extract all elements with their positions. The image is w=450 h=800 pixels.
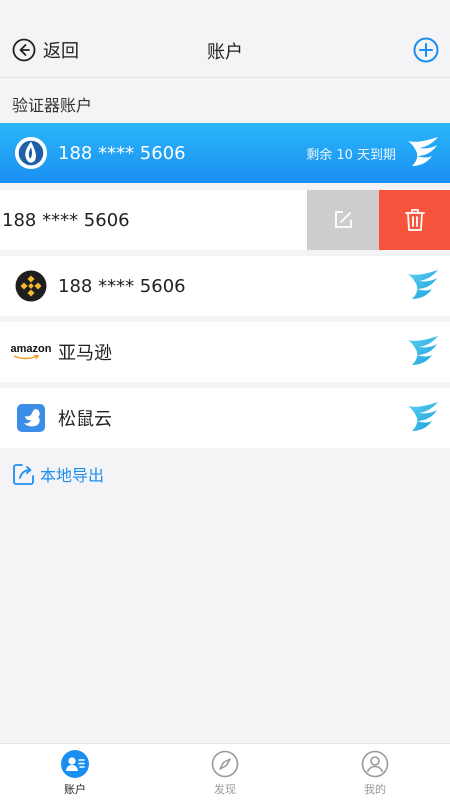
- brand-bird-icon: [408, 402, 438, 431]
- account-name: 188 **** 5606: [58, 275, 186, 297]
- status-bar: [0, 0, 450, 22]
- bottom-tab-bar: 账户 发现 我的: [0, 743, 450, 800]
- brand-bird-icon: [408, 336, 438, 365]
- account-name: 188 **** 5606: [2, 209, 130, 231]
- account-row-swiped[interactable]: 188 **** 5606: [0, 190, 450, 250]
- tab-label: 我的: [364, 783, 386, 796]
- page-title: 账户: [207, 42, 243, 63]
- tab-account[interactable]: 账户: [0, 744, 150, 800]
- expiry-label: 剩余 10 天到期: [306, 147, 396, 163]
- compass-icon: [211, 750, 239, 778]
- brand-bird-icon: [408, 137, 438, 166]
- squirrel-icon: [14, 401, 48, 435]
- tab-mine[interactable]: 我的: [300, 744, 450, 800]
- tab-label: 发现: [214, 783, 236, 796]
- tab-discover[interactable]: 发现: [150, 744, 300, 800]
- user-icon: [361, 750, 389, 778]
- trash-icon: [404, 209, 425, 231]
- huawei-cloud-icon: [14, 136, 48, 170]
- add-icon[interactable]: [412, 36, 440, 64]
- account-row[interactable]: amazon 亚马逊: [0, 322, 450, 382]
- account-name: 188 **** 5606: [58, 142, 186, 164]
- account-row[interactable]: 188 **** 5606: [0, 256, 450, 316]
- account-name: 松鼠云: [58, 409, 112, 430]
- section-label: 验证器账户: [12, 96, 93, 115]
- brand-bird-icon: [408, 270, 438, 299]
- account-row-active[interactable]: 188 **** 5606 剩余 10 天到期: [0, 123, 450, 183]
- edit-button[interactable]: [307, 190, 379, 250]
- account-row[interactable]: 松鼠云: [0, 388, 450, 448]
- account-icon: [61, 750, 89, 778]
- edit-icon: [335, 211, 352, 228]
- binance-icon: [14, 269, 48, 303]
- local-export-label: 本地导出: [40, 466, 105, 485]
- delete-button[interactable]: [379, 190, 450, 250]
- local-export-button[interactable]: 本地导出: [12, 462, 104, 486]
- amazon-icon: amazon: [10, 335, 52, 369]
- export-icon: [13, 464, 34, 485]
- amazon-logo-text: amazon: [10, 342, 52, 355]
- account-name: 亚马逊: [58, 343, 112, 364]
- header: 返回 账户: [0, 22, 450, 78]
- tab-label: 账户: [64, 783, 86, 796]
